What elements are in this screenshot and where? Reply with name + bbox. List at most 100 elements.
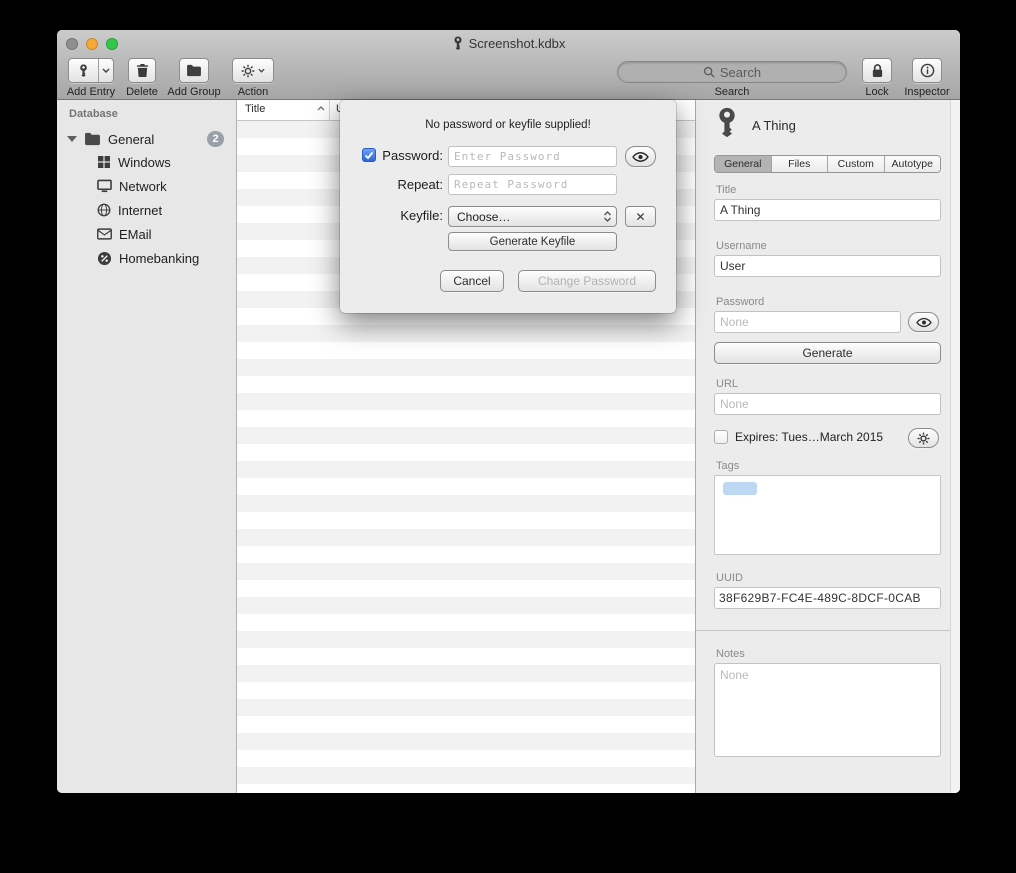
tags-field[interactable] xyxy=(714,475,941,555)
repeat-input[interactable] xyxy=(448,174,617,195)
delete-button[interactable]: Delete xyxy=(121,58,163,98)
titlebar: Screenshot.kdbx xyxy=(57,30,960,56)
tab-files[interactable]: Files xyxy=(771,156,828,172)
gear-icon xyxy=(917,432,930,445)
sidebar-item-internet[interactable]: Internet xyxy=(57,199,236,221)
change-password-button-label: Change Password xyxy=(538,274,636,288)
document-key-icon xyxy=(452,36,464,50)
password-reveal-button[interactable] xyxy=(908,312,939,332)
notes-textarea[interactable] xyxy=(714,663,941,757)
password-reveal-button[interactable] xyxy=(625,146,656,167)
sidebar-section-header: Database xyxy=(69,108,118,120)
tag-chip[interactable] xyxy=(723,482,757,495)
lock-icon xyxy=(871,63,884,79)
stepper-arrows-icon xyxy=(603,210,612,223)
search-icon xyxy=(703,66,715,78)
uuid-input[interactable] xyxy=(714,587,941,609)
inspector-tabs: General Files Custom Autotype xyxy=(714,155,941,173)
group-count-badge: 2 xyxy=(207,131,224,147)
gear-icon xyxy=(241,64,255,78)
repeat-label: Repeat: xyxy=(380,177,443,192)
add-entry-button[interactable]: Add Entry xyxy=(61,58,121,98)
dialog-message: No password or keyfile supplied! xyxy=(340,119,676,131)
keyfile-popup[interactable]: Choose… xyxy=(448,206,617,227)
chevron-down-icon[interactable] xyxy=(99,68,113,73)
generate-keyfile-label: Generate Keyfile xyxy=(490,236,576,248)
envelope-icon xyxy=(97,228,112,240)
monitor-icon xyxy=(97,179,112,193)
window-title: Screenshot.kdbx xyxy=(469,36,566,51)
generate-keyfile-button[interactable]: Generate Keyfile xyxy=(448,232,617,251)
sidebar-item-label: Network xyxy=(119,179,167,194)
password-label: Password: xyxy=(380,148,443,163)
folder-plus-icon xyxy=(186,64,202,77)
delete-label: Delete xyxy=(126,86,158,98)
add-entry-key-icon xyxy=(69,63,98,78)
expires-settings-button[interactable] xyxy=(908,428,939,448)
chevron-down-icon xyxy=(258,68,265,73)
sidebar-item-windows[interactable]: Windows xyxy=(57,151,236,173)
add-entry-label: Add Entry xyxy=(67,86,115,98)
password-input[interactable] xyxy=(714,311,901,333)
expires-checkbox[interactable] xyxy=(714,430,728,444)
disclosure-triangle-icon[interactable] xyxy=(67,136,77,142)
cancel-button[interactable]: Cancel xyxy=(440,270,504,292)
tab-custom[interactable]: Custom xyxy=(827,156,884,172)
sidebar-item-label: General xyxy=(108,132,154,147)
sidebar-item-network[interactable]: Network xyxy=(57,175,236,197)
sidebar-item-email[interactable]: EMail xyxy=(57,223,236,245)
search-input[interactable]: Search xyxy=(617,61,847,83)
close-x-icon: ✕ xyxy=(635,210,645,224)
percent-coin-icon xyxy=(97,251,112,266)
url-input[interactable] xyxy=(714,393,941,415)
username-input[interactable] xyxy=(714,255,941,277)
column-header-title[interactable]: Title xyxy=(245,103,265,115)
globe-icon xyxy=(97,203,111,217)
username-label: Username xyxy=(716,240,767,252)
keyfile-clear-button[interactable]: ✕ xyxy=(625,206,656,227)
password-input[interactable] xyxy=(448,146,617,167)
change-password-button[interactable]: Change Password xyxy=(518,270,656,292)
app-window: Screenshot.kdbx Add Entry xyxy=(57,30,960,793)
sidebar: Database General 2 Windows Network xyxy=(57,100,237,793)
change-password-dialog: No password or keyfile supplied! Passwor… xyxy=(340,100,676,313)
action-button[interactable]: Action xyxy=(225,58,281,98)
keyfile-popup-value: Choose… xyxy=(457,210,510,224)
search-toolbar-label: Search xyxy=(617,86,847,98)
inspector-label: Inspector xyxy=(904,86,949,98)
tab-general[interactable]: General xyxy=(715,156,771,172)
screen: { "window": { "title": "Screenshot.kdbx"… xyxy=(0,0,1016,873)
windows-icon xyxy=(97,155,111,169)
title-input[interactable] xyxy=(714,199,941,221)
keyfile-label: Keyfile: xyxy=(380,208,443,223)
sidebar-item-label: EMail xyxy=(119,227,152,242)
action-label: Action xyxy=(238,86,269,98)
sidebar-item-general[interactable]: General 2 xyxy=(57,128,236,150)
sidebar-item-homebanking[interactable]: Homebanking xyxy=(57,247,236,269)
desktop-background: Screenshot.kdbx Add Entry xyxy=(0,0,1016,873)
eye-icon xyxy=(632,151,649,163)
add-group-button[interactable]: Add Group xyxy=(163,58,225,98)
eye-icon xyxy=(916,317,932,328)
sort-ascending-icon xyxy=(317,106,325,111)
inspector-divider xyxy=(696,630,960,631)
entry-key-icon xyxy=(714,106,740,138)
window-chrome: Screenshot.kdbx Add Entry xyxy=(57,30,960,100)
sidebar-item-label: Homebanking xyxy=(119,251,199,266)
cancel-button-label: Cancel xyxy=(453,274,490,288)
password-checkbox[interactable] xyxy=(362,148,376,162)
sidebar-item-label: Internet xyxy=(118,203,162,218)
generate-button[interactable]: Generate xyxy=(714,342,941,364)
lock-label: Lock xyxy=(865,86,888,98)
search-placeholder: Search xyxy=(720,65,761,80)
tab-autotype[interactable]: Autotype xyxy=(884,156,941,172)
info-icon xyxy=(920,63,935,78)
inspector-scrollbar[interactable] xyxy=(950,100,960,793)
check-icon xyxy=(364,151,374,160)
generate-button-label: Generate xyxy=(802,346,852,360)
notes-label: Notes xyxy=(716,648,745,660)
folder-icon xyxy=(84,132,101,146)
tags-label: Tags xyxy=(716,460,739,472)
inspector-button[interactable]: Inspector xyxy=(898,58,956,98)
add-group-label: Add Group xyxy=(167,86,220,98)
